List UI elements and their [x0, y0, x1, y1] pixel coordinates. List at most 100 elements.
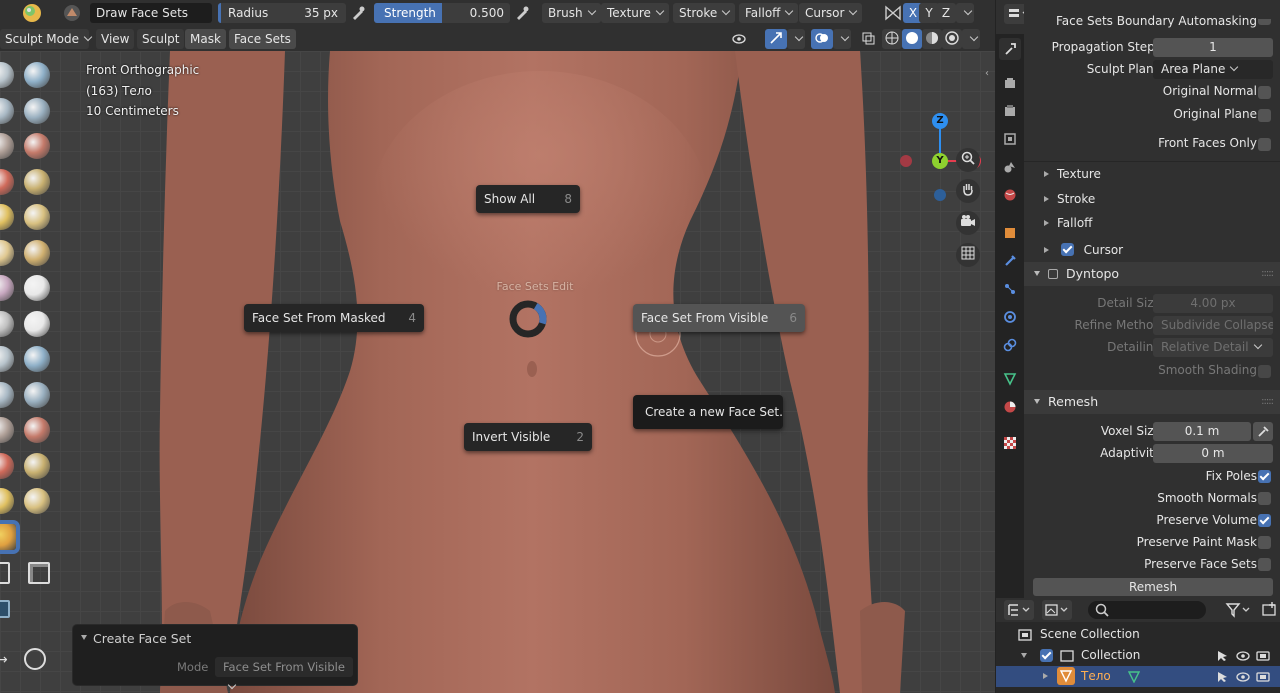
mask-menu[interactable]: Mask — [185, 29, 226, 49]
texture-subpanel[interactable]: Texture — [1044, 167, 1101, 181]
filter-icon[interactable] — [1224, 600, 1254, 620]
mesh-filter-icon[interactable] — [0, 600, 10, 618]
face-sets-boundary-automasking-checkbox[interactable] — [1258, 19, 1271, 25]
sculpt-mode-icon[interactable] — [21, 2, 43, 24]
brush-name-field[interactable]: Draw Face Sets — [90, 3, 212, 23]
multiplane-scrape-brush-icon[interactable] — [24, 275, 50, 301]
slide-relax-brush-icon[interactable] — [0, 452, 14, 479]
falloff-subpanel[interactable]: Falloff — [1044, 216, 1092, 230]
move-icon[interactable]: → — [0, 652, 8, 668]
propagation-steps-field[interactable]: 1 — [1153, 38, 1273, 57]
dyntopo-panel-header[interactable]: Dyntopo ::::: — [1024, 262, 1280, 286]
dyntopo-checkbox[interactable] — [1048, 269, 1058, 279]
camera-view-icon[interactable] — [956, 211, 980, 235]
front-faces-only-checkbox[interactable] — [1258, 138, 1271, 151]
box-mask-icon[interactable] — [0, 562, 10, 584]
panel-drag-handle[interactable]: ::::: — [1261, 262, 1274, 286]
view-menu[interactable]: View — [96, 29, 135, 49]
clay-thumb-brush-icon[interactable] — [0, 133, 14, 159]
material-shading-button[interactable] — [922, 29, 942, 49]
symmetry-z-toggle[interactable]: Z — [936, 3, 956, 23]
pie-item-invert-visible[interactable]: Invert Visible 2 — [464, 423, 592, 451]
fill-brush-icon[interactable] — [24, 239, 50, 266]
expand-arrow-icon[interactable] — [1021, 653, 1027, 658]
rotate-icon[interactable] — [24, 648, 46, 670]
thumb-brush-icon[interactable] — [0, 381, 14, 408]
texture-menu[interactable]: Texture — [601, 3, 669, 23]
world-tab-icon[interactable] — [999, 184, 1021, 206]
preserve-face-sets-checkbox[interactable] — [1258, 558, 1271, 571]
brush-menu[interactable]: Brush — [542, 3, 601, 23]
modifiers-tab-icon[interactable] — [999, 250, 1021, 272]
overlays-toggle[interactable] — [811, 29, 833, 49]
scene-tab-icon[interactable] — [999, 156, 1021, 178]
refine-method-dropdown[interactable]: Subdivide Collapse — [1153, 316, 1273, 335]
pose-brush-icon[interactable] — [24, 381, 50, 408]
texture-tab-icon[interactable] — [999, 432, 1021, 454]
detail-size-field[interactable]: 4.00 px — [1153, 294, 1273, 313]
solid-shading-button[interactable] — [902, 29, 922, 49]
layer-brush-icon[interactable] — [24, 133, 50, 159]
original-plane-checkbox[interactable] — [1258, 109, 1271, 122]
particles-tab-icon[interactable] — [999, 278, 1021, 300]
adaptivity-field[interactable]: 0 m — [1153, 444, 1273, 463]
strength-slider[interactable]: Strength 0.500 — [374, 3, 510, 23]
pinch-brush-icon[interactable] — [0, 310, 14, 337]
remesh-panel-header[interactable]: Remesh ::::: — [1024, 390, 1280, 414]
outliner-row-collection[interactable]: Collection — [996, 645, 1280, 666]
fix-poles-checkbox[interactable] — [1258, 470, 1271, 483]
flatten-brush-icon[interactable] — [0, 239, 14, 266]
smooth-shading-checkbox[interactable] — [1258, 365, 1271, 378]
zoom-icon[interactable] — [956, 148, 980, 172]
visibility-eye-icon[interactable] — [1236, 650, 1250, 662]
outliner-search-input[interactable] — [1088, 601, 1206, 619]
clay-brush-icon[interactable] — [0, 97, 14, 124]
radius-pressure-icon[interactable] — [350, 5, 366, 24]
render-camera-icon[interactable] — [1256, 671, 1270, 683]
gizmo-dropdown[interactable] — [787, 29, 805, 49]
render-camera-icon[interactable] — [1256, 650, 1270, 662]
render-tab-icon[interactable] — [999, 72, 1021, 94]
scrape-brush-icon[interactable] — [0, 275, 14, 301]
brush-thumbnail-icon[interactable] — [63, 4, 81, 22]
inflate-brush-icon[interactable] — [0, 168, 14, 195]
preserve-paint-mask-checkbox[interactable] — [1258, 536, 1271, 549]
draw-brush-icon[interactable] — [0, 62, 14, 88]
object-tab-icon[interactable] — [999, 222, 1021, 244]
stroke-subpanel[interactable]: Stroke — [1044, 192, 1095, 206]
expand-arrow-icon[interactable] — [1043, 673, 1048, 679]
cursor-menu[interactable]: Cursor — [799, 3, 863, 23]
elastic-deform-brush-icon[interactable] — [0, 346, 14, 372]
pie-item-face-set-from-masked[interactable]: Face Set From Masked 4 — [244, 304, 424, 332]
blob-brush-icon[interactable] — [24, 168, 50, 195]
xray-toggle[interactable] — [857, 29, 879, 49]
gizmo-z-axis[interactable]: Z — [932, 113, 948, 129]
select-arrow-icon[interactable] — [1216, 671, 1228, 683]
radius-slider[interactable]: Radius 35 px — [218, 3, 346, 23]
visibility-dropdown[interactable] — [728, 29, 760, 49]
symmetry-options-dropdown[interactable] — [956, 3, 974, 23]
smooth-normals-checkbox[interactable] — [1258, 492, 1271, 505]
preserve-volume-checkbox[interactable] — [1258, 514, 1271, 527]
gizmo-neg-x-axis[interactable] — [900, 155, 912, 167]
falloff-menu[interactable]: Falloff — [739, 3, 799, 23]
gizmo-y-axis[interactable]: Y — [932, 153, 948, 169]
rotate-brush-icon[interactable] — [24, 417, 50, 443]
pie-item-show-all[interactable]: Show All 8 — [476, 185, 580, 213]
detailing-dropdown[interactable]: Relative Detail — [1153, 338, 1273, 357]
panel-drag-handle[interactable]: ::::: — [1261, 390, 1274, 414]
ortho-grid-icon[interactable] — [956, 243, 980, 267]
new-collection-icon[interactable] — [1260, 600, 1280, 620]
draw-sharp-brush-icon[interactable] — [24, 62, 50, 88]
outliner-row-object[interactable]: Тело — [996, 666, 1280, 687]
select-arrow-icon[interactable] — [1216, 650, 1228, 662]
nudge-brush-icon[interactable] — [0, 417, 14, 443]
stroke-menu[interactable]: Stroke — [673, 3, 736, 23]
original-normal-checkbox[interactable] — [1258, 86, 1271, 99]
collection-exclude-checkbox[interactable] — [1040, 649, 1053, 662]
outliner-row-scene-collection[interactable]: Scene Collection — [996, 624, 1280, 645]
voxel-size-field[interactable]: 0.1 m — [1153, 422, 1251, 441]
sculpt-plane-dropdown[interactable]: Area Plane — [1153, 60, 1273, 79]
cursor-enable-checkbox[interactable] — [1060, 243, 1074, 256]
constraints-tab-icon[interactable] — [999, 334, 1021, 356]
